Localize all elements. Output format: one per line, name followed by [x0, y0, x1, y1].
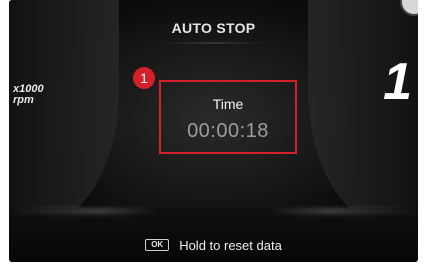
floor-glow-left	[9, 208, 159, 214]
title-underline	[159, 42, 269, 44]
gear-indicator: 1	[383, 53, 412, 111]
callout-badge: 1	[133, 67, 155, 89]
display-frame: AUTO STOP x1000 rpm 1 Time 00:00:18 OK H…	[0, 0, 427, 269]
screen-title: AUTO STOP	[171, 20, 256, 36]
ok-key-icon[interactable]: OK	[145, 239, 170, 252]
time-panel: Time 00:00:18	[159, 80, 297, 154]
time-value: 00:00:18	[187, 120, 269, 142]
floor-glow-right	[268, 208, 418, 214]
reset-hint-text: Hold to reset data	[179, 237, 282, 253]
time-label: Time	[212, 96, 244, 112]
rpm-unit: rpm	[13, 94, 34, 106]
reset-hint: OK Hold to reset data	[9, 236, 418, 256]
dashboard-screen: AUTO STOP x1000 rpm 1 Time 00:00:18 OK H…	[9, 0, 418, 262]
rpm-unit-label: x1000 rpm	[13, 84, 44, 106]
